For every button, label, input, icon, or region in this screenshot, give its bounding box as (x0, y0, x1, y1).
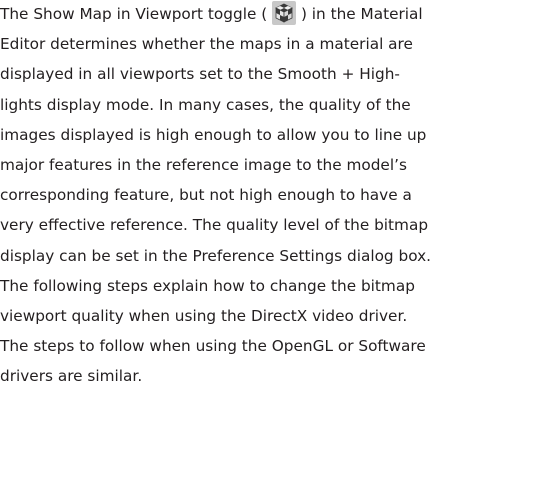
text-line-1-end: ) in the Material (300, 5, 423, 23)
text-line-5: images displayed is high enough to allow… (0, 125, 427, 144)
document-page: The Show Map in Viewport toggle () in t… (0, 0, 547, 477)
checker-cube-icon (272, 0, 297, 25)
text-line-4: lights display mode. In many cases, the … (0, 95, 411, 114)
text-line-7: corresponding feature, but not high enou… (0, 186, 412, 205)
text-line-12: The steps to follow when using the OpenG… (0, 337, 426, 356)
text-line-10: The following steps explain how to chang… (0, 276, 415, 295)
text-line-6: major features in the reference image to… (0, 155, 407, 174)
text-line-13: drivers are similar. (0, 367, 143, 386)
body-paragraph: The Show Map in Viewport toggle () in t… (0, 0, 547, 391)
text-line-11: viewport quality when using the DirectX … (0, 306, 408, 325)
text-line-9: display can be set in the Preference Set… (0, 246, 432, 265)
text-line-8: very effective reference. The quality le… (0, 216, 429, 235)
text-line-3: displayed in all viewports set to the Sm… (0, 65, 400, 84)
text-line-2: Editor determines whether the maps in a … (0, 35, 413, 54)
text-line-1: The Show Map in Viewport toggle () in t… (0, 0, 547, 29)
show-map-in-viewport-icon (272, 0, 297, 25)
text-line-1-start: The Show Map in Viewport toggle ( (0, 5, 268, 23)
